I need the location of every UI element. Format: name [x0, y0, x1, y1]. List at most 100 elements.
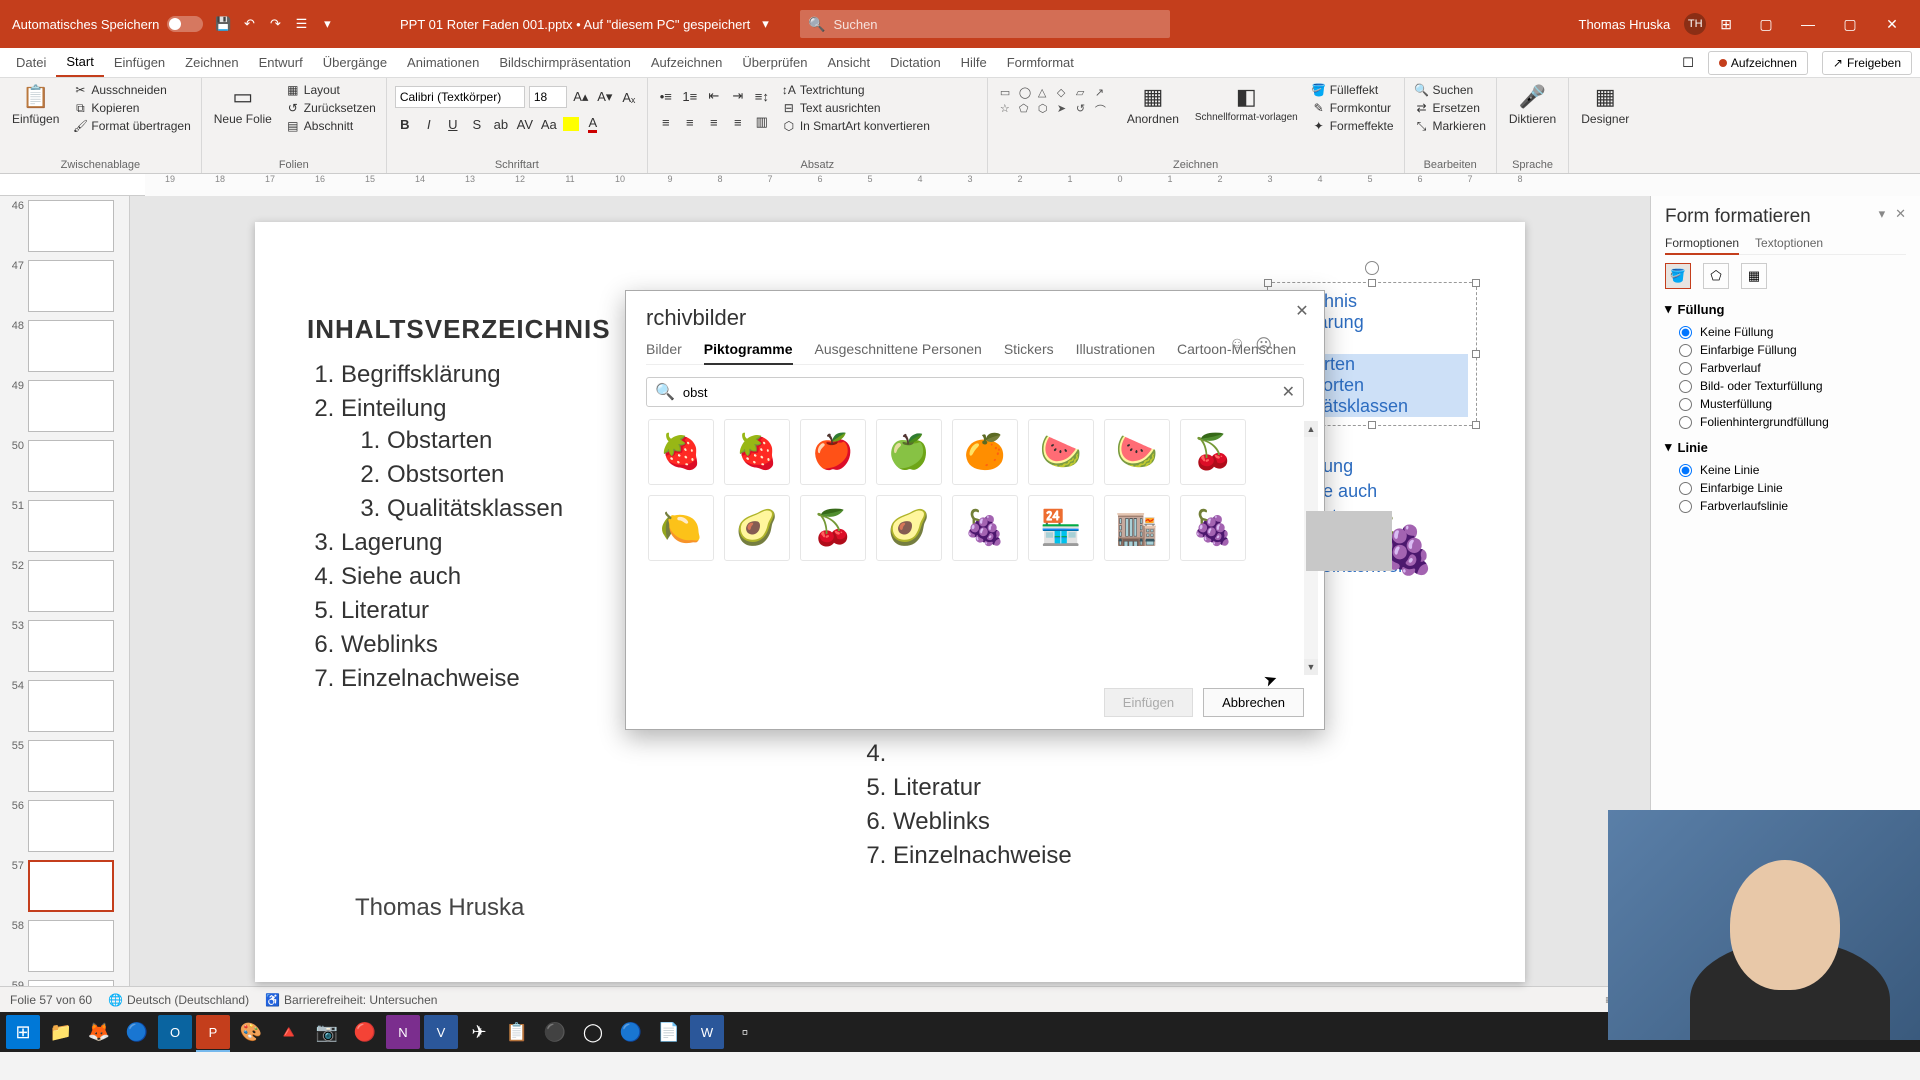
paste-button[interactable]: 📋Einfügen — [8, 82, 63, 128]
pane-close-icon[interactable]: ✕ — [1895, 206, 1906, 222]
vlc-icon[interactable]: 🔺 — [272, 1015, 306, 1049]
shape-outline-button[interactable]: ✎Formkontur — [1310, 100, 1396, 116]
app-icon[interactable]: ⊞ — [1720, 16, 1732, 33]
pictogram-cell[interactable]: 🥑 — [724, 495, 790, 561]
copy-button[interactable]: ⧉Kopieren — [71, 100, 192, 116]
dialog-close-icon[interactable]: ✕ — [1290, 299, 1314, 323]
resize-handle[interactable] — [1472, 421, 1480, 429]
dialog-tab[interactable]: Piktogramme — [704, 341, 793, 365]
slide-thumbnail[interactable] — [28, 320, 114, 372]
italic-icon[interactable]: I — [419, 114, 439, 134]
app-icon-8[interactable]: ▫ — [728, 1015, 762, 1049]
dialog-scrollbar[interactable]: ▲ ▼ — [1304, 421, 1318, 675]
feedback-frown-icon[interactable]: ☹ — [1255, 335, 1272, 355]
highlight-icon[interactable] — [563, 117, 579, 131]
text-direction-button[interactable]: ↕ATextrichtung — [780, 82, 932, 98]
dialog-tab[interactable]: Ausgeschnittene Personen — [815, 341, 982, 364]
app-icon-4[interactable]: 📋 — [500, 1015, 534, 1049]
pane-tab-text[interactable]: Textoptionen — [1755, 236, 1823, 250]
pane-dropdown-icon[interactable]: ▾ — [1879, 206, 1886, 222]
outdent-icon[interactable]: ⇤ — [704, 86, 724, 106]
tab-ansicht[interactable]: Ansicht — [817, 49, 880, 76]
tab-bildschirm[interactable]: Bildschirmpräsentation — [489, 49, 641, 76]
strike-icon[interactable]: S — [467, 114, 487, 134]
indent-icon[interactable]: ⇥ — [728, 86, 748, 106]
shape-effects-button[interactable]: ✦Formeffekte — [1310, 118, 1396, 134]
slide-thumbnail[interactable] — [28, 620, 114, 672]
underline-icon[interactable]: U — [443, 114, 463, 134]
scroll-thumb[interactable] — [1306, 511, 1392, 571]
font-color-icon[interactable]: A — [583, 114, 603, 134]
line-option[interactable]: Keine Linie — [1665, 461, 1906, 479]
app-icon-7[interactable]: 📄 — [652, 1015, 686, 1049]
section-button[interactable]: ▤Abschnitt — [284, 118, 378, 134]
tab-zeichnen[interactable]: Zeichnen — [175, 49, 248, 76]
pictogram-cell[interactable]: 🍉 — [1028, 419, 1094, 485]
pictogram-cell[interactable]: 🍋 — [648, 495, 714, 561]
minimize-icon[interactable]: — — [1788, 9, 1828, 39]
scroll-down-icon[interactable]: ▼ — [1304, 659, 1318, 675]
arrange-button[interactable]: ▦Anordnen — [1123, 82, 1183, 128]
slide-thumbnail[interactable] — [28, 920, 114, 972]
resize-handle[interactable] — [1368, 279, 1376, 287]
resize-handle[interactable] — [1472, 350, 1480, 358]
new-slide-button[interactable]: ▭Neue Folie — [210, 82, 276, 128]
columns-icon[interactable]: ▥ — [752, 112, 772, 132]
size-tab-icon[interactable]: ▦ — [1741, 263, 1767, 289]
pane-tab-form[interactable]: Formoptionen — [1665, 236, 1739, 255]
maximize-icon[interactable]: ▢ — [1830, 9, 1870, 39]
slide-thumbnail[interactable] — [28, 980, 114, 986]
tab-ueberpruefen[interactable]: Überprüfen — [732, 49, 817, 76]
fill-option[interactable]: Keine Füllung — [1665, 323, 1906, 341]
chrome-icon[interactable]: 🔵 — [120, 1015, 154, 1049]
reset-button[interactable]: ↺Zurücksetzen — [284, 100, 378, 116]
pictogram-cell[interactable]: 🍓 — [724, 419, 790, 485]
obs-icon[interactable]: ⚫ — [538, 1015, 572, 1049]
clear-search-icon[interactable]: ✕ — [1282, 382, 1295, 402]
fill-radio[interactable] — [1679, 362, 1692, 375]
replace-button[interactable]: ⇄Ersetzen — [1413, 100, 1488, 116]
insert-button[interactable]: Einfügen — [1104, 688, 1193, 717]
dictate-button[interactable]: 🎤Diktieren — [1505, 82, 1560, 128]
search-box[interactable]: 🔍 — [800, 10, 1170, 38]
align-right-icon[interactable]: ≡ — [704, 112, 724, 132]
autosave-toggle[interactable]: Automatisches Speichern — [12, 16, 203, 32]
collapse-ribbon-icon[interactable]: ☐ — [1682, 55, 1694, 71]
fill-option[interactable]: Folienhintergrundfüllung — [1665, 413, 1906, 431]
select-button[interactable]: ⤡Markieren — [1413, 118, 1488, 134]
tab-animationen[interactable]: Animationen — [397, 49, 489, 76]
tab-datei[interactable]: Datei — [6, 49, 56, 76]
shape-fill-button[interactable]: 🪣Fülleffekt — [1310, 82, 1396, 98]
fill-option[interactable]: Farbverlauf — [1665, 359, 1906, 377]
qat-more-icon[interactable]: ▾ — [319, 16, 335, 32]
slide-thumbnail[interactable] — [28, 200, 114, 252]
file-explorer-icon[interactable]: 📁 — [44, 1015, 78, 1049]
app-icon-3[interactable]: 🔴 — [348, 1015, 382, 1049]
tab-dictation[interactable]: Dictation — [880, 49, 951, 76]
tab-start[interactable]: Start — [56, 48, 103, 77]
fill-radio[interactable] — [1679, 344, 1692, 357]
decrease-font-icon[interactable]: A▾ — [595, 87, 615, 107]
case-icon[interactable]: Aa — [539, 114, 559, 134]
pictogram-cell[interactable]: 🍓 — [648, 419, 714, 485]
slide-thumbnail[interactable] — [28, 860, 114, 912]
pictogram-cell[interactable]: 🍎 — [800, 419, 866, 485]
app-icon-6[interactable]: 🔵 — [614, 1015, 648, 1049]
fill-line-tab-icon[interactable]: 🪣 — [1665, 263, 1691, 289]
feedback-smile-icon[interactable]: ☺ — [1229, 335, 1245, 355]
slide-thumbnail[interactable] — [28, 500, 114, 552]
line-radio[interactable] — [1679, 464, 1692, 477]
align-center-icon[interactable]: ≡ — [680, 112, 700, 132]
firefox-icon[interactable]: 🦊 — [82, 1015, 116, 1049]
dialog-search-input[interactable] — [683, 385, 1274, 400]
tab-hilfe[interactable]: Hilfe — [951, 49, 997, 76]
dialog-tab[interactable]: Bilder — [646, 341, 682, 364]
visio-icon[interactable]: V — [424, 1015, 458, 1049]
format-painter-button[interactable]: 🖌Format übertragen — [71, 118, 192, 134]
tab-einfuegen[interactable]: Einfügen — [104, 49, 175, 76]
fill-option[interactable]: Bild- oder Texturfüllung — [1665, 377, 1906, 395]
pictogram-cell[interactable]: 🍒 — [1180, 419, 1246, 485]
line-radio[interactable] — [1679, 500, 1692, 513]
justify-icon[interactable]: ≡ — [728, 112, 748, 132]
line-option[interactable]: Einfarbige Linie — [1665, 479, 1906, 497]
